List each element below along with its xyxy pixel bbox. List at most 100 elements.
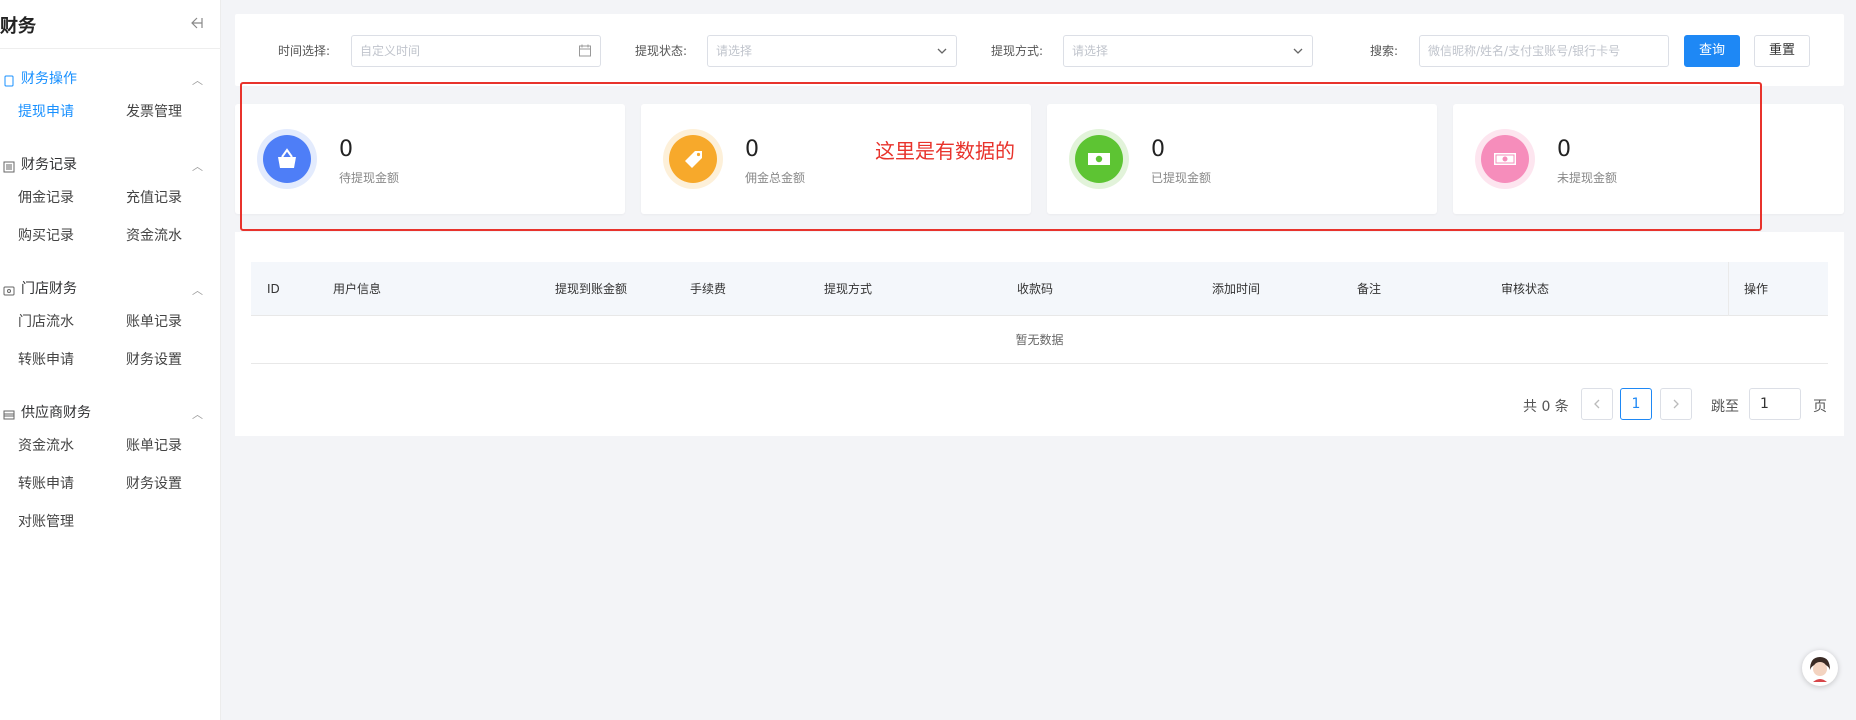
group-label: 门店财务 [21,281,77,297]
search-label: 搜索: [1370,44,1399,58]
time-range-input[interactable]: 自定义时间 [351,35,601,67]
stat-value: 0 [745,137,759,162]
column-header: 操作 [1744,282,1769,296]
chevron-up-icon: ︿ [192,160,203,173]
column-header: 提现到账金额 [555,282,628,296]
operation-column-header: 操作 [1728,262,1828,316]
stat-card-pending: 0 待提现金额 [235,104,625,214]
group-supplier-finance: 供应商财务 ︿ 资金流水 账单记录 转账申请 财务设置 对账管理 [0,397,221,541]
sidebar-item-supplier-settings[interactable]: 财务设置 [108,465,216,503]
stat-label: 已提现金额 [1151,171,1212,185]
chevron-left-icon [1594,399,1600,409]
sidebar-item-store-flow[interactable]: 门店流水 [0,303,108,341]
group-head-supplier-finance[interactable]: 供应商财务 ︿ [0,397,221,427]
method-select[interactable]: 请选择 [1063,35,1313,67]
group-head-store-finance[interactable]: 门店财务 ︿ [0,273,221,303]
sidebar-item-store-bills[interactable]: 账单记录 [108,303,216,341]
chevron-down-icon [1293,36,1303,77]
group-label: 财务操作 [21,71,77,87]
sidebar-item-supplier-transfer[interactable]: 转账申请 [0,465,108,503]
list-icon [3,158,15,173]
sidebar-item-store-settings[interactable]: 财务设置 [108,341,216,379]
group-head-finance-records[interactable]: 财务记录 ︿ [0,149,221,179]
group-finance-records: 财务记录 ︿ 佣金记录 充值记录 购买记录 资金流水 [0,149,221,255]
sidebar-title: 财务 [0,16,36,37]
query-button[interactable]: 查询 [1684,35,1740,67]
status-filter-label: 提现状态: [635,44,688,58]
status-select[interactable]: 请选择 [707,35,957,67]
sidebar-item-commission[interactable]: 佣金记录 [0,179,108,217]
stat-card-not-withdrawn: 0 未提现金额 [1453,104,1844,214]
stat-label: 未提现金额 [1557,171,1618,185]
filter-panel: 时间选择: 自定义时间 提现状态: 请选择 提现方式: 请选择 搜索: 微信昵称… [235,14,1844,86]
status-placeholder: 请选择 [716,44,753,58]
sidebar-divider [0,48,221,49]
column-header: 备注 [1357,282,1382,296]
group-head-finance-ops[interactable]: 财务操作 ︿ [0,63,221,93]
method-filter-label: 提现方式: [991,44,1044,58]
prev-page-button[interactable] [1581,388,1613,420]
stat-card-withdrawn: 0 已提现金额 [1047,104,1437,214]
column-header: 提现方式 [824,282,873,296]
annotation-text: 这里是有数据的 [875,139,1015,163]
calendar-icon [579,36,591,77]
empty-table-message: 暂无数据 [251,316,1828,364]
sidebar-item-purchase[interactable]: 购买记录 [0,217,108,255]
jump-label: 跳至 [1711,399,1739,415]
reset-button[interactable]: 重置 [1754,35,1810,67]
time-range-placeholder: 自定义时间 [360,44,421,58]
pagination-total: 共 0 条 [1523,399,1569,415]
tag-icon [669,135,717,183]
time-filter-label: 时间选择: [278,44,331,58]
chevron-up-icon: ︿ [192,284,203,297]
sidebar-item-supplier-cash-flow[interactable]: 资金流水 [0,427,108,465]
sidebar-item-store-transfer[interactable]: 转账申请 [0,341,108,379]
cash-icon [1075,135,1123,183]
sidebar-item-supplier-bills[interactable]: 账单记录 [108,427,216,465]
chevron-down-icon [937,36,947,77]
sidebar: 财务 财务操作 ︿ 提现申请 发票管理 财务记录 ︿ 佣金记录 充值记录 购买记… [0,0,221,720]
column-header: 手续费 [690,282,727,296]
chevron-up-icon: ︿ [192,408,203,421]
sidebar-item-withdraw-apply[interactable]: 提现申请 [0,93,108,131]
column-header: ID [267,282,280,296]
stat-value: 0 [1557,137,1571,162]
column-header: 添加时间 [1212,282,1261,296]
stat-value: 0 [339,137,353,162]
stat-icon-ring [663,129,723,189]
search-placeholder: 微信昵称/姓名/支付宝账号/银行卡号 [1428,44,1621,58]
group-label: 财务记录 [21,157,77,173]
document-icon [3,72,15,87]
page-button-current[interactable]: 1 [1620,388,1652,420]
sidebar-item-reconciliation[interactable]: 对账管理 [0,503,108,541]
avatar-icon [1805,653,1835,683]
group-label: 供应商财务 [21,405,91,421]
sidebar-item-cash-flow[interactable]: 资金流水 [108,217,216,255]
sidebar-item-invoice[interactable]: 发票管理 [108,93,216,131]
jump-page-input[interactable]: 1 [1749,388,1801,420]
money-note-icon [1481,135,1529,183]
group-store-finance: 门店财务 ︿ 门店流水 账单记录 转账申请 财务设置 [0,273,221,379]
column-header: 审核状态 [1501,282,1550,296]
table-header: ID 用户信息 提现到账金额 手续费 提现方式 收款码 添加时间 备注 审核状态… [251,262,1828,316]
support-avatar[interactable] [1802,650,1838,686]
stat-label: 待提现金额 [339,171,400,185]
stat-icon-ring [1475,129,1535,189]
stat-icon-ring [1069,129,1129,189]
search-input[interactable]: 微信昵称/姓名/支付宝账号/银行卡号 [1419,35,1669,67]
stat-value: 0 [1151,137,1165,162]
group-finance-ops: 财务操作 ︿ 提现申请 发票管理 [0,63,221,131]
stat-label: 佣金总金额 [745,171,806,185]
sidebar-item-recharge[interactable]: 充值记录 [108,179,216,217]
chevron-right-icon [1673,399,1679,409]
column-header: 用户信息 [333,282,382,296]
basket-icon [263,135,311,183]
column-header: 收款码 [1017,282,1054,296]
chevron-up-icon: ︿ [192,74,203,87]
collapse-sidebar-icon[interactable] [188,15,206,33]
method-placeholder: 请选择 [1072,44,1109,58]
page-suffix: 页 [1813,399,1827,415]
card-icon [3,406,15,420]
next-page-button[interactable] [1660,388,1692,420]
stat-icon-ring [257,129,317,189]
